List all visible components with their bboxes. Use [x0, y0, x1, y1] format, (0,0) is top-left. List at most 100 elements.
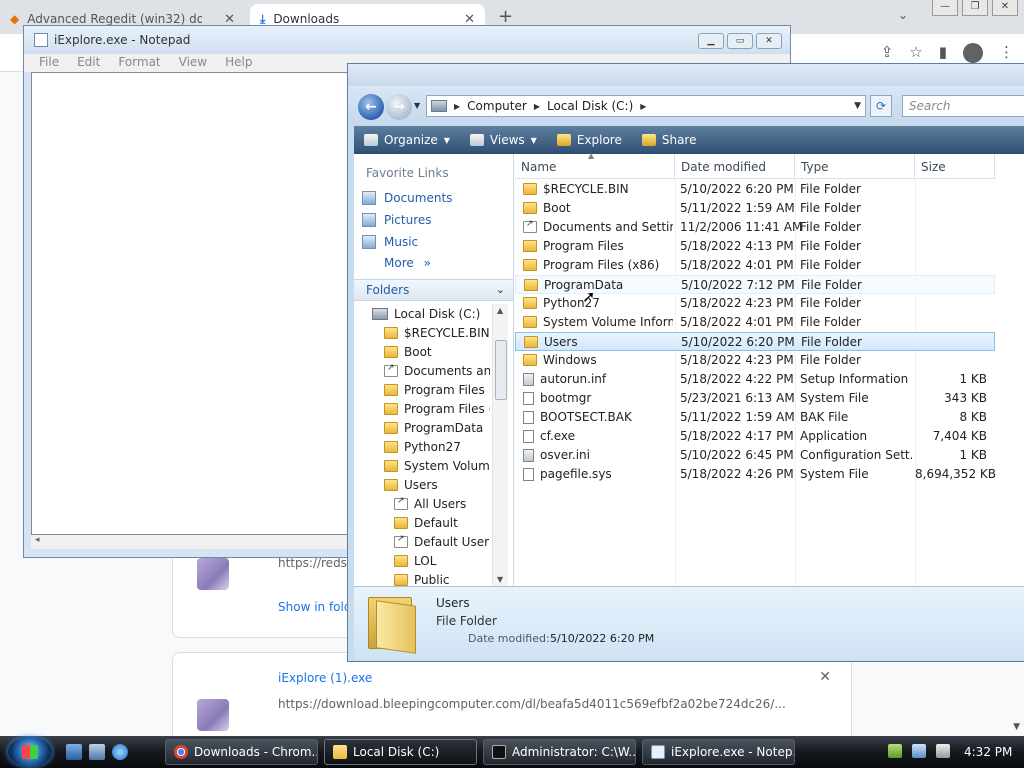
bookmark-star-icon[interactable]: ☆ [909, 43, 922, 63]
favorite-music[interactable]: Music [362, 235, 418, 249]
back-button[interactable]: ← [358, 94, 384, 120]
download-url[interactable]: https://download.bleepingcomputer.com/dl… [278, 697, 838, 711]
file-row[interactable]: $RECYCLE.BIN 5/10/2022 6:20 PM File Folder [515, 180, 995, 199]
breadcrumb-separator-icon[interactable]: ▶ [640, 102, 646, 111]
breadcrumb-separator-icon[interactable]: ▶ [534, 102, 540, 111]
volume-muted-icon[interactable] [936, 744, 950, 758]
scroll-up-icon[interactable]: ▲ [497, 306, 503, 315]
tree-item[interactable]: Users [384, 475, 490, 494]
file-row[interactable]: BOOTSECT.BAK 5/11/2022 1:59 AM BAK File 8 K… [515, 408, 995, 427]
show-desktop-icon[interactable] [66, 744, 82, 760]
refresh-button[interactable]: ⟳ [870, 95, 892, 117]
internet-explorer-icon[interactable] [112, 744, 128, 760]
organize-button[interactable]: Organize ▼ [354, 133, 460, 147]
file-row[interactable]: bootmgr 5/23/2021 6:13 AM System File 343 K… [515, 389, 995, 408]
close-button[interactable]: ✕ [756, 33, 782, 49]
display-icon[interactable] [912, 744, 926, 758]
tree-scrollbar[interactable]: ▲ ▼ [492, 304, 508, 586]
file-name-cell: Program Files (x86) [523, 258, 673, 272]
column-date-modified[interactable]: Date modified [675, 154, 795, 179]
show-in-folder-link[interactable]: Show in fold [278, 600, 351, 614]
column-type[interactable]: Type [795, 154, 915, 179]
share-icon[interactable]: ⇪ [881, 43, 894, 63]
tree-item[interactable]: System Volume I [384, 456, 490, 475]
notepad-titlebar[interactable]: iExplore.exe - Notepad [24, 26, 790, 54]
share-button[interactable]: Share [632, 133, 707, 147]
network-icon[interactable] [888, 744, 902, 758]
restore-button[interactable]: ❐ [962, 0, 988, 16]
minimize-button[interactable]: ▁ [698, 33, 724, 49]
file-row[interactable]: Users 5/10/2022 6:20 PM File Folder [515, 332, 995, 351]
close-button[interactable]: ✕ [992, 0, 1018, 16]
search-input[interactable]: Search [902, 95, 1024, 117]
menu-view[interactable]: View [170, 54, 216, 72]
column-name[interactable]: ▲ Name [515, 151, 675, 179]
taskbar-cmd[interactable]: Administrator: C:\W... [483, 739, 636, 765]
tree-item[interactable]: Default User [394, 532, 490, 551]
explorer-titlebar[interactable] [348, 64, 1024, 86]
menu-edit[interactable]: Edit [68, 54, 109, 72]
download-filename-link[interactable]: iExplore (1).exe [278, 671, 372, 685]
taskbar-clock[interactable]: 4:32 PM [964, 745, 1012, 759]
menu-file[interactable]: File [30, 54, 68, 72]
switch-windows-icon[interactable] [89, 744, 105, 760]
file-row[interactable]: Program Files (x86) 5/18/2022 4:01 PM File… [515, 256, 995, 275]
file-row[interactable]: pagefile.sys 5/18/2022 4:26 PM System File… [515, 465, 996, 484]
explore-button[interactable]: Explore [547, 133, 632, 147]
forward-button[interactable]: → [386, 94, 412, 120]
taskbar-notepad[interactable]: iExplore.exe - Notep... [642, 739, 795, 765]
file-row[interactable]: osver.ini 5/10/2022 6:45 PM Configuration … [515, 446, 995, 465]
file-row[interactable]: cf.exe 5/18/2022 4:17 PM Application 7,404 … [515, 427, 995, 446]
address-dropdown-icon[interactable]: ▼ [854, 101, 861, 111]
documents-icon [362, 191, 376, 205]
favorite-pictures[interactable]: Pictures [362, 213, 432, 227]
start-button[interactable] [8, 737, 52, 767]
side-panel-icon[interactable]: ▮ [939, 43, 947, 63]
minimize-button[interactable]: — [932, 0, 958, 16]
more-menu-icon[interactable]: ⋮ [999, 43, 1014, 63]
tab-search-chevron-icon[interactable]: ⌄ [898, 8, 908, 22]
scroll-thumb[interactable] [495, 340, 507, 400]
remove-download-icon[interactable]: ✕ [819, 669, 831, 685]
address-bar[interactable]: ▶ Computer ▶ Local Disk (C:) ▶ ▼ [426, 95, 866, 117]
menu-format[interactable]: Format [109, 54, 169, 72]
taskbar-chrome[interactable]: Downloads - Chrom... [165, 739, 318, 765]
new-tab-button[interactable]: + [498, 6, 513, 27]
page-scroll-down-icon[interactable]: ▼ [1013, 722, 1020, 732]
tree-item[interactable]: Documents and [384, 361, 490, 380]
breadcrumb-separator-icon[interactable]: ▶ [454, 102, 460, 111]
tree-item[interactable]: All Users [394, 494, 490, 513]
file-row[interactable]: Documents and Settings 11/2/2006 11:41 AM… [515, 218, 995, 237]
tree-item[interactable]: Program Files [384, 380, 490, 399]
file-row[interactable]: Windows 5/18/2022 4:23 PM File Folder [515, 351, 995, 370]
recent-pages-dropdown-icon[interactable]: ▼ [414, 101, 420, 110]
download-url[interactable]: https://redse [278, 556, 354, 570]
tree-item[interactable]: LOL [394, 551, 490, 570]
tree-item-label: Python27 [404, 439, 461, 454]
folders-header[interactable]: Folders ⌄ [354, 279, 513, 301]
views-button[interactable]: Views ▼ [460, 133, 547, 147]
tree-item[interactable]: Python27 [384, 437, 490, 456]
tree-item[interactable]: $RECYCLE.BIN [384, 323, 490, 342]
diamond-icon: ◆ [10, 12, 20, 26]
file-row[interactable]: Boot 5/11/2022 1:59 AM File Folder [515, 199, 995, 218]
file-row[interactable]: Program Files 5/18/2022 4:13 PM File Folde… [515, 237, 995, 256]
menu-help[interactable]: Help [216, 54, 261, 72]
breadcrumb-computer[interactable]: Computer [467, 99, 527, 113]
taskbar-explorer[interactable]: Local Disk (C:) [324, 739, 477, 765]
file-row[interactable]: autorun.inf 5/18/2022 4:22 PM Setup Inform… [515, 370, 995, 389]
tree-item[interactable]: Default [394, 513, 490, 532]
breadcrumb-local-disk[interactable]: Local Disk (C:) [547, 99, 633, 113]
column-size[interactable]: Size [915, 154, 995, 179]
tree-item[interactable]: Boot [384, 342, 490, 361]
file-row[interactable]: System Volume Inform... 5/18/2022 4:01 PM… [515, 313, 995, 332]
tree-item[interactable]: Local Disk (C:) [372, 304, 490, 323]
file-type: Setup Information [800, 372, 909, 386]
profile-avatar-icon[interactable] [963, 43, 983, 63]
tree-item[interactable]: Program Files (x8 [384, 399, 490, 418]
maximize-button[interactable]: ▭ [727, 33, 753, 49]
favorites-more-link[interactable]: More » [384, 256, 431, 270]
tree-item[interactable]: ProgramData [384, 418, 490, 437]
favorite-documents[interactable]: Documents [362, 191, 452, 205]
scroll-down-icon[interactable]: ▼ [497, 575, 503, 584]
